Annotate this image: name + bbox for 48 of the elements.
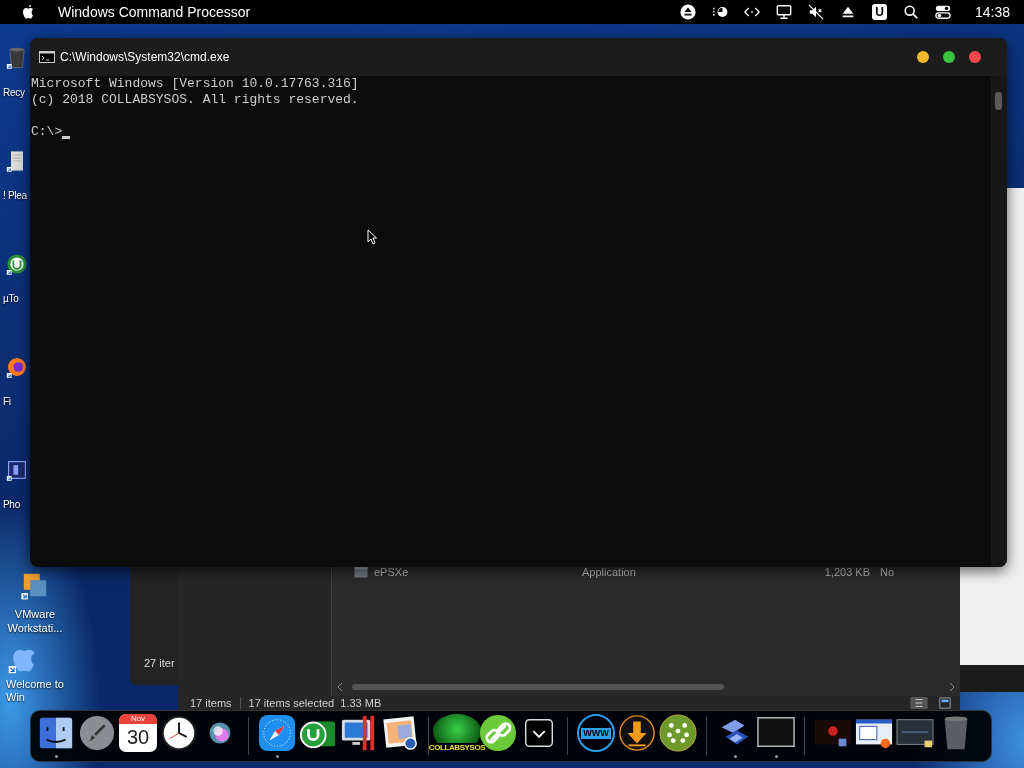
file-name-cell[interactable]: ePSXe (374, 566, 582, 578)
photo-album-icon[interactable] (381, 714, 419, 752)
status-text: 17 items selected 1.33 MB (248, 697, 382, 709)
window-background (960, 665, 1024, 692)
terminal-icon (39, 51, 55, 63)
window-title: C:\Windows\System32\cmd.exe (60, 50, 230, 64)
application-file-icon (354, 566, 368, 578)
table-cell: No (880, 566, 895, 578)
calendar-icon[interactable]: Nov 30 (119, 714, 157, 752)
scroll-left-icon[interactable] (336, 682, 344, 692)
desktop-icon-label[interactable]: Pho (3, 498, 20, 512)
tiles-view-icon[interactable] (936, 697, 954, 709)
status-text: 17 items (190, 697, 232, 709)
file-size-cell-text: 1,203 KB (823, 566, 870, 578)
www-globe-icon[interactable]: WWW (577, 714, 615, 752)
mouse-pointer-icon (367, 229, 377, 245)
apple-logo-icon[interactable] (22, 4, 36, 20)
cpu-meter-icon[interactable] (712, 4, 729, 20)
menu-clock[interactable]: 14:38 (974, 4, 1010, 20)
desktop-icon-label[interactable]: Welcome to Win (6, 678, 64, 704)
command-prompt: C:\> (31, 124, 63, 140)
eject-icon[interactable] (680, 4, 697, 20)
text-cursor (62, 136, 71, 139)
app-name[interactable]: Windows Command Processor (58, 4, 251, 20)
scrollbar-thumb[interactable] (352, 684, 724, 690)
display-icon[interactable] (776, 4, 793, 20)
clock-icon[interactable] (160, 714, 198, 752)
status-text: 27 iter (144, 657, 175, 669)
search-icon[interactable] (902, 4, 919, 20)
file-type-cell-text: Application (582, 566, 637, 578)
zoom-button[interactable] (943, 51, 955, 63)
close-button[interactable] (969, 51, 981, 63)
desktop-icon-label[interactable]: ! Plea (3, 189, 27, 203)
console-line: (c) 2018 COLLABSYSOS. All rights reserved. (31, 92, 359, 108)
details-view-icon[interactable] (910, 697, 928, 709)
mute-icon[interactable] (808, 4, 825, 20)
desktop-icon-label[interactable]: µTo (3, 292, 19, 306)
scrollbar-thumb[interactable] (995, 92, 1002, 110)
desktop-icon-label[interactable]: Fi (3, 395, 11, 409)
minimize-button[interactable] (917, 51, 929, 63)
console-line: Microsoft Windows [Version 10.0.17763.316] (31, 76, 359, 92)
menu-extra[interactable]: U (872, 4, 887, 20)
desktop-icon-label[interactable]: VMware Workstati... (4, 607, 66, 635)
control-center-icon[interactable] (934, 4, 951, 20)
compass-icon[interactable] (258, 714, 296, 752)
scroll-right-icon[interactable] (948, 682, 956, 692)
desktop-icon-label[interactable]: Recy (3, 86, 25, 100)
people-group-icon[interactable] (659, 714, 697, 752)
